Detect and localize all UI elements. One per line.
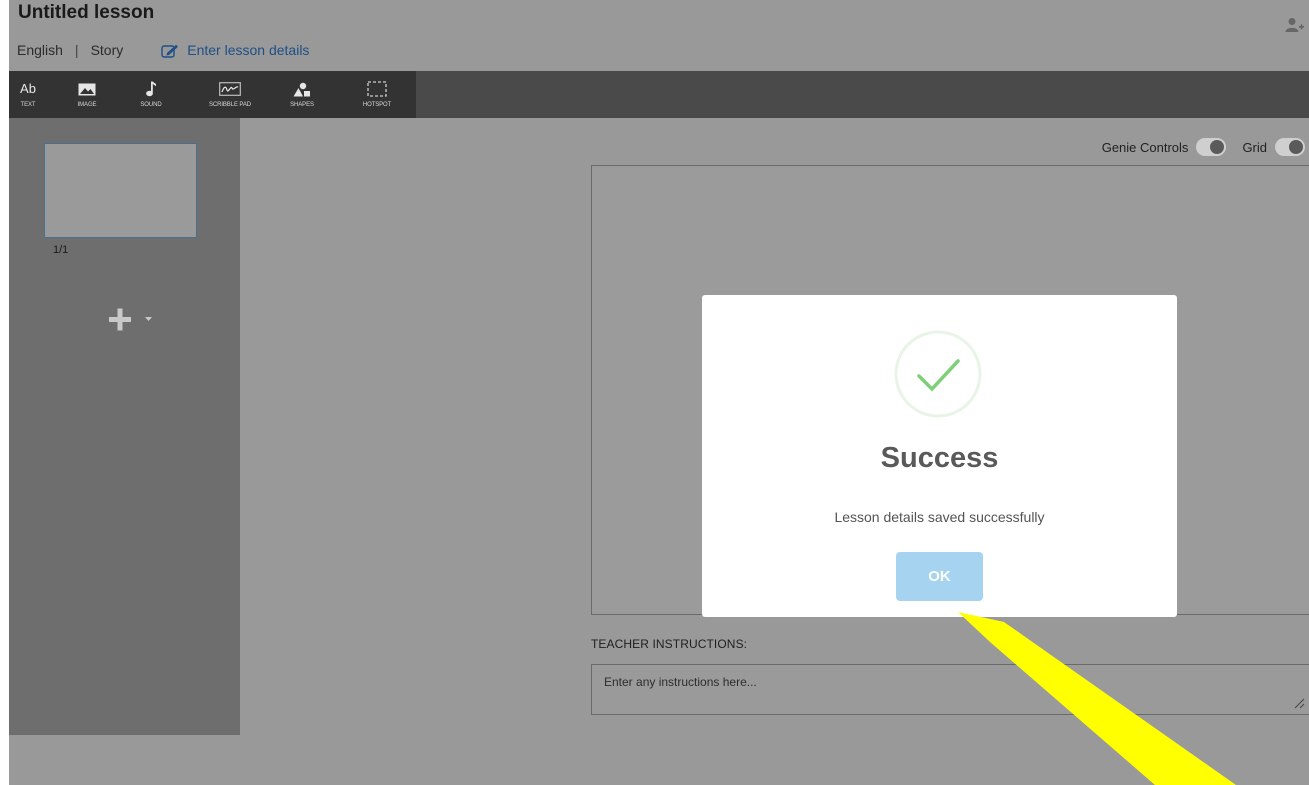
annotation-arrow-icon (958, 612, 1236, 785)
